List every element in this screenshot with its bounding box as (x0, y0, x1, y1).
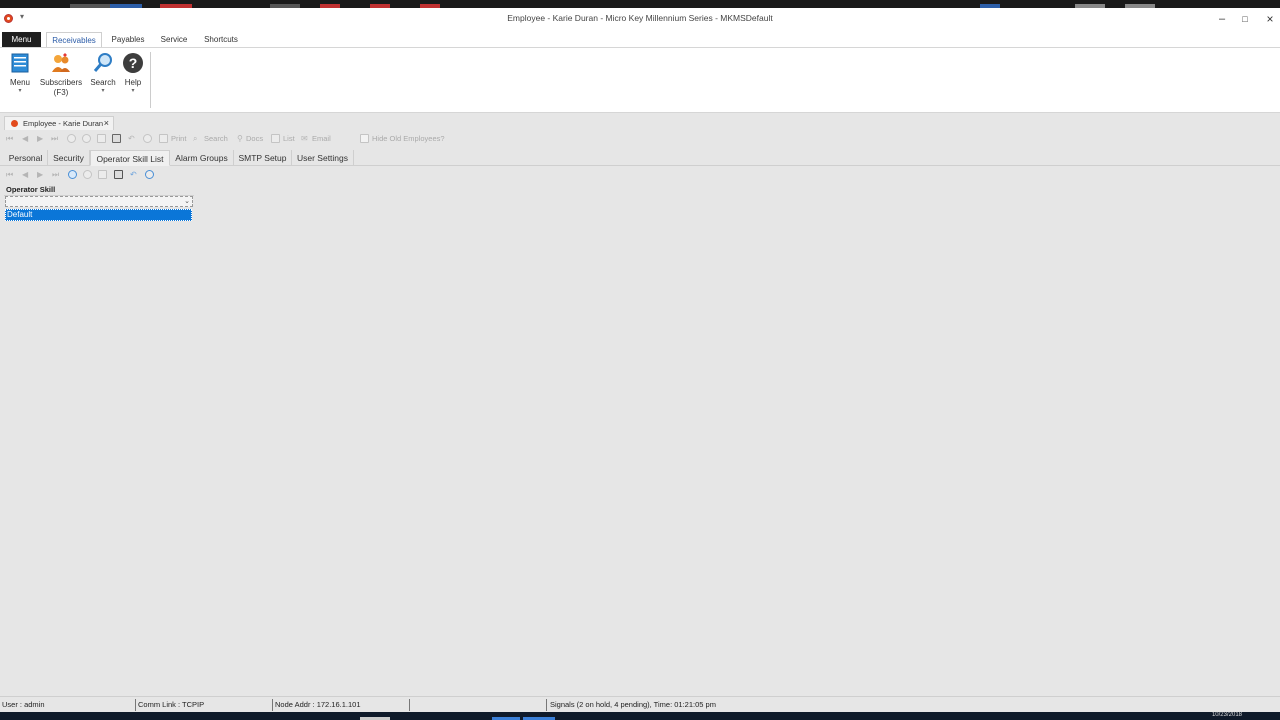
chevron-down-icon[interactable]: ⌄ (184, 197, 190, 207)
grid-add-icon[interactable] (68, 170, 77, 179)
first-record-icon[interactable]: ⏮ (6, 134, 13, 144)
ribbon-search-button[interactable]: Search ▾ (89, 52, 117, 94)
delete-record-icon[interactable] (82, 134, 91, 143)
tab-user-settings[interactable]: User Settings (292, 150, 354, 166)
svg-text:?: ? (129, 55, 138, 71)
ribbon-subscribers-label: Subscribers (39, 78, 83, 87)
chevron-down-icon: ▾ (101, 88, 105, 94)
tab-alarm-groups[interactable]: Alarm Groups (170, 150, 234, 166)
app-window: ▾ Employee - Karie Duran - Micro Key Mil… (0, 8, 1280, 712)
tab-operator-skill-list[interactable]: Operator Skill List (90, 150, 170, 166)
minimize-button[interactable]: – (1212, 11, 1232, 27)
grid-refresh-icon[interactable] (145, 170, 154, 179)
maximize-button[interactable]: □ (1235, 11, 1255, 27)
edit-record-icon[interactable] (97, 134, 106, 143)
operator-skill-grid: Operator Skill ⌄ Default (4, 183, 194, 223)
undo-icon[interactable]: ↶ (128, 134, 135, 144)
title-bar: ▾ Employee - Karie Duran - Micro Key Mil… (0, 8, 1280, 30)
tab-smtp-setup[interactable]: SMTP Setup (234, 150, 292, 166)
form-tab-bar: Personal Security Operator Skill List Al… (0, 150, 1280, 166)
print-button[interactable]: Print (171, 134, 186, 144)
grid-previous-icon[interactable]: ◀ (22, 170, 28, 180)
record-toolbar: ⏮ ◀ ▶ ⏭ ↶ Print ⌕ Search ⚲ Docs List ✉ E… (0, 131, 1280, 147)
status-bar: User : admin Comm Link : TCPIP Node Addr… (0, 696, 1280, 712)
grid-delete-icon[interactable] (83, 170, 92, 179)
status-comm-link: Comm Link : TCPIP (138, 700, 205, 709)
document-icon (11, 120, 18, 127)
table-row[interactable]: Default (5, 209, 192, 221)
document-tab-bar: Employee - Karie Duran × (0, 115, 1280, 130)
tab-personal[interactable]: Personal (4, 150, 48, 166)
ribbon-tab-bar: Menu Receivables Payables Service Shortc… (0, 30, 1280, 47)
grid-column-header[interactable]: Operator Skill (4, 183, 194, 196)
list-icon[interactable] (271, 134, 280, 143)
grid-edit-icon[interactable] (98, 170, 107, 179)
magnifier-icon (93, 53, 112, 72)
document-tab-employee[interactable]: Employee - Karie Duran × (4, 116, 114, 130)
ribbon-help-button[interactable]: ? Help ▾ (121, 52, 145, 94)
ribbon-subscribers-shortcut: (F3) (53, 88, 69, 97)
status-divider (409, 699, 410, 711)
tab-payables[interactable]: Payables (106, 32, 150, 47)
grid-save-icon[interactable] (114, 170, 123, 179)
subscribers-icon (52, 53, 70, 72)
email-icon[interactable]: ✉ (301, 134, 308, 144)
grid-filter-row[interactable]: ⌄ (5, 196, 193, 207)
refresh-icon[interactable] (143, 134, 152, 143)
grid-undo-icon[interactable]: ↶ (130, 170, 137, 180)
ribbon-subscribers-button[interactable]: Subscribers (F3) (38, 52, 84, 98)
top-taskbar-strip (0, 0, 1280, 8)
screen: ▾ Employee - Karie Duran - Micro Key Mil… (0, 0, 1280, 720)
print-icon[interactable] (159, 134, 168, 143)
search-button[interactable]: Search (204, 134, 228, 144)
add-record-icon[interactable] (67, 134, 76, 143)
next-record-icon[interactable]: ▶ (37, 134, 43, 144)
ribbon-menu-label: Menu (9, 78, 30, 87)
save-record-icon[interactable] (112, 134, 121, 143)
tab-receivables[interactable]: Receivables (46, 32, 102, 47)
status-node-addr: Node Addr : 172.16.1.101 (275, 700, 361, 709)
tab-security[interactable]: Security (48, 150, 90, 166)
hide-old-employees-checkbox[interactable] (360, 134, 369, 143)
ribbon-search-label: Search (90, 78, 116, 87)
os-taskbar: 10/23/2018 (0, 712, 1280, 720)
ribbon-panel: Menu ▾ Subscribers (F3) Search ▾ ? Help … (0, 47, 1280, 113)
last-record-icon[interactable]: ⏭ (51, 134, 58, 144)
grid-last-icon[interactable]: ⏭ (52, 170, 59, 180)
menu-book-icon (11, 53, 29, 73)
docs-button[interactable]: Docs (246, 134, 263, 144)
ribbon-divider (150, 52, 151, 108)
taskbar-clock: 10/23/2018 (1211, 712, 1242, 718)
hide-old-employees-label: Hide Old Employees? (372, 134, 445, 143)
ribbon-help-label: Help (124, 78, 142, 87)
status-signals: Signals (2 on hold, 4 pending), Time: 01… (550, 700, 716, 709)
chevron-down-icon: ▾ (18, 88, 22, 94)
previous-record-icon[interactable]: ◀ (22, 134, 28, 144)
search-icon[interactable]: ⌕ (193, 134, 197, 144)
grid-first-icon[interactable]: ⏮ (6, 170, 13, 180)
chevron-down-icon: ▾ (131, 88, 135, 94)
status-user: User : admin (2, 700, 45, 709)
status-divider (546, 699, 547, 711)
tab-service[interactable]: Service (154, 32, 194, 47)
ribbon-menu-button[interactable]: Menu ▾ (6, 52, 34, 94)
docs-icon[interactable]: ⚲ (237, 134, 243, 144)
list-button[interactable]: List (283, 134, 295, 144)
email-button[interactable]: Email (312, 134, 331, 144)
close-button[interactable]: × (1260, 11, 1280, 27)
menu-button[interactable]: Menu (2, 32, 41, 47)
grid-next-icon[interactable]: ▶ (37, 170, 43, 180)
document-tab-label: Employee - Karie Duran (23, 119, 104, 128)
help-icon: ? (123, 53, 143, 73)
close-icon[interactable]: × (104, 117, 109, 130)
grid-toolbar: ⏮ ◀ ▶ ⏭ ↶ (0, 167, 1280, 182)
tab-shortcuts[interactable]: Shortcuts (198, 32, 244, 47)
window-title: Employee - Karie Duran - Micro Key Mille… (507, 13, 773, 23)
